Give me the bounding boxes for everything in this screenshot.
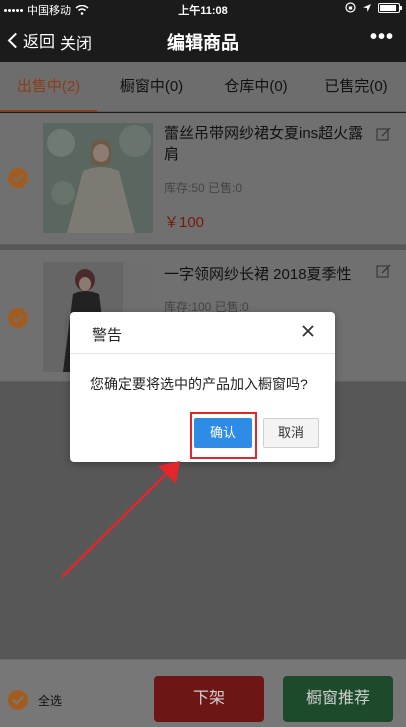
status-right (345, 2, 402, 13)
tab-sold-out[interactable]: 已售完(0) (306, 62, 406, 112)
tab-bar: 出售中(2) 橱窗中(0) 仓库中(0) 已售完(0) (0, 62, 406, 112)
select-all-checkbox[interactable] (8, 690, 28, 710)
select-all-label[interactable]: 全选 (38, 692, 62, 709)
dialog-title: 警告 (92, 327, 123, 344)
edit-icon[interactable] (376, 263, 392, 279)
dialog-header: 警告 (70, 312, 335, 354)
back-label: 返回 (23, 34, 56, 51)
product-title[interactable]: 蕾丝吊带网纱裙女夏ins超火露肩 (164, 123, 374, 165)
product-title[interactable]: 一字领网纱长裙 2018夏季性 (164, 264, 374, 285)
tab-showcase[interactable]: 橱窗中(0) (97, 62, 206, 112)
chevron-left-icon (7, 32, 24, 48)
confirm-button[interactable]: 确认 (194, 418, 252, 448)
cancel-button[interactable]: 取消 (263, 418, 319, 448)
product-stock-sales: 库存:50 已售:0 (164, 181, 243, 195)
status-bar: 中国移动 上午11:08 (0, 0, 406, 18)
product-price: ￥100 (164, 214, 205, 231)
showcase-recommend-button[interactable]: 橱窗推荐 (283, 676, 393, 722)
bottom-bar: 全选 下架 橱窗推荐 (0, 659, 406, 727)
product-card: 蕾丝吊带网纱裙女夏ins超火露肩 库存:50 已售:0 ￥100 (0, 113, 406, 245)
edit-icon[interactable] (376, 126, 392, 142)
dress-photo-image (43, 123, 153, 233)
close-icon[interactable] (301, 324, 315, 338)
battery-icon (378, 2, 402, 13)
warning-dialog: 警告 您确定要将选中的产品加入橱窗吗? 确认 取消 (70, 312, 335, 462)
nav-bar: 返回 关闭 编辑商品 ••• (0, 18, 406, 62)
tab-on-sale[interactable]: 出售中(2) (0, 62, 97, 112)
location-icon (363, 3, 371, 12)
product-thumbnail[interactable] (43, 123, 153, 233)
orientation-lock-icon (345, 2, 356, 13)
close-button[interactable]: 关闭 (60, 30, 92, 54)
product-checkbox[interactable] (8, 308, 28, 328)
more-button[interactable]: ••• (370, 26, 394, 49)
back-button[interactable]: 返回 (6, 28, 55, 52)
delist-button[interactable]: 下架 (154, 676, 264, 722)
dialog-message: 您确定要将选中的产品加入橱窗吗? (90, 376, 308, 392)
product-checkbox[interactable] (8, 168, 28, 188)
tab-warehouse[interactable]: 仓库中(0) (206, 62, 306, 112)
